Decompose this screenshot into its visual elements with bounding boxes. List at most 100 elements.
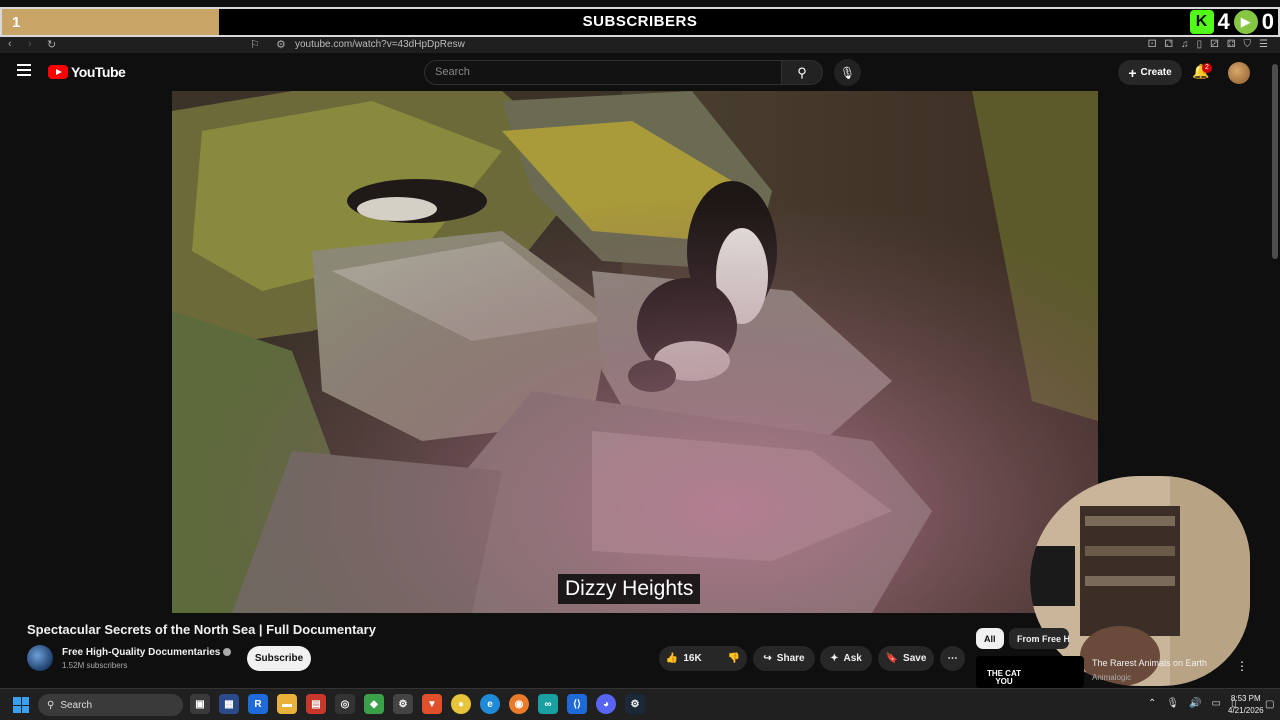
kick-icon: K [1189, 10, 1214, 34]
clock-time: 8:53 PM [1230, 694, 1261, 703]
rumble-icon: ▶ [1233, 10, 1258, 34]
app-icon[interactable]: ◎ [335, 694, 355, 714]
share-button[interactable]: ↪ Share [753, 646, 815, 671]
speaker-icon[interactable]: 🔊 [1189, 698, 1201, 709]
create-button[interactable]: + Create [1118, 60, 1182, 85]
notification-badge: 2 [1202, 63, 1212, 73]
plus-icon: + [1128, 64, 1137, 81]
taskbar: ⚲ Search ▣ ▦ R ▬ ▤ ◎ ◆ ⚙ ▼ ● e ◉ ∞ ⟨⟩ ◕ … [0, 688, 1280, 720]
site-info-icon[interactable]: ⚙ [276, 38, 286, 51]
channel-subscriber-count: 1.52M subscribers [62, 661, 128, 670]
thumbnail-text: THE CAT YOU [986, 669, 1022, 686]
thumbs-down-icon: 👎 [727, 653, 741, 664]
recommendation-title[interactable]: The Rarest Animals on Earth [1092, 658, 1207, 668]
thumbs-up-icon: 👍 [665, 653, 679, 664]
create-label: Create [1140, 67, 1172, 78]
save-button[interactable]: 🔖 Save [878, 646, 934, 671]
extension-icon[interactable]: ⚀ [1148, 39, 1157, 50]
chip-all[interactable]: All [976, 628, 1004, 649]
hamburger-menu-icon[interactable] [17, 64, 31, 76]
subscriber-goal-label: SUBSCRIBERS [582, 13, 698, 30]
share-label: Share [776, 653, 805, 664]
taskbar-apps: ▣ ▦ R ▬ ▤ ◎ ◆ ⚙ ▼ ● e ◉ ∞ ⟨⟩ ◕ ⚙ [190, 694, 645, 714]
app-icon[interactable]: ▦ [219, 694, 239, 714]
subscriber-goal-bar: 1 SUBSCRIBERS K 4 ▶ 0 [0, 7, 1280, 37]
vscode-icon[interactable]: ⟨⟩ [567, 694, 587, 714]
video-frame [172, 91, 1098, 613]
sidebar-toggle-icon[interactable]: ▯ [1197, 39, 1203, 50]
app-icon[interactable]: ∞ [538, 694, 558, 714]
edge-icon[interactable]: e [480, 694, 500, 714]
browser-toolbar: ‹ › ↻ ⚐ ⚙ youtube.com/watch?v=43dHpDpRes… [0, 37, 1280, 53]
system-tray: ⌃ 🎙 🔊 ▭ ▯ [1148, 698, 1237, 709]
chevron-up-icon[interactable]: ⌃ [1148, 698, 1156, 709]
youtube-logo[interactable]: YouTube [48, 64, 126, 80]
firefox-icon[interactable]: ◉ [509, 694, 529, 714]
save-label: Save [903, 653, 927, 664]
chrome-icon[interactable]: ● [451, 694, 471, 714]
extension-icon[interactable]: ♫ [1181, 39, 1189, 50]
extension-icon[interactable]: ⚃ [1227, 39, 1236, 50]
ask-button[interactable]: ✦ Ask [820, 646, 872, 671]
video-title: Spectacular Secrets of the North Sea | F… [27, 622, 376, 637]
menu-icon[interactable]: ☰ [1259, 39, 1268, 50]
forward-icon[interactable]: › [28, 38, 32, 50]
like-count: 16K [683, 653, 702, 664]
discord-icon[interactable]: ◕ [596, 694, 616, 714]
like-button[interactable]: 👍 16K [658, 653, 710, 664]
platform-counters: K 4 ▶ 0 [1189, 7, 1279, 37]
extension-icon[interactable]: ⚂ [1210, 39, 1219, 50]
app-icon[interactable]: ⚙ [393, 694, 413, 714]
channel-name[interactable]: Free High-Quality Documentaries [62, 647, 232, 658]
kick-count: 4 [1217, 9, 1230, 34]
channel-avatar[interactable] [27, 645, 53, 671]
video-player[interactable] [172, 91, 1098, 613]
more-vertical-icon[interactable]: ⋮ [1236, 659, 1248, 673]
steam-icon[interactable]: ⚙ [625, 694, 645, 714]
account-avatar[interactable] [1228, 62, 1250, 84]
shield-icon[interactable]: ⛉ [1244, 39, 1252, 50]
extension-icon[interactable]: ⚁ [1164, 39, 1173, 50]
video-subtitle: Dizzy Heights [558, 574, 701, 604]
page-scrollbar[interactable] [1270, 54, 1280, 686]
channel-name-text[interactable]: Free High-Quality Documentaries [62, 647, 220, 658]
search-button[interactable]: ⚲ [781, 60, 823, 85]
rumble-count: 0 [1261, 9, 1274, 34]
network-icon[interactable]: ▭ [1212, 698, 1221, 709]
like-dislike-group: 👍 16K 👎 [659, 646, 747, 671]
search-input[interactable]: Search [424, 60, 782, 85]
sparkle-icon: ✦ [830, 653, 839, 664]
taskbar-search-label: Search [60, 699, 93, 711]
address-bar[interactable]: youtube.com/watch?v=43dHpDpResw [295, 37, 465, 53]
notification-center-icon[interactable]: ▢ [1265, 699, 1274, 710]
scrollbar-thumb[interactable] [1272, 64, 1278, 259]
youtube-logo-icon [48, 65, 68, 79]
screen: 1 SUBSCRIBERS K 4 ▶ 0 ‹ › ↻ ⚐ ⚙ youtube.… [0, 0, 1280, 720]
youtube-header: YouTube Search ⚲ 🎙 + Create 🔔 [0, 54, 1280, 91]
voice-search-button[interactable]: 🎙 [834, 59, 861, 86]
clock-date: 4/21/2026 [1228, 706, 1264, 715]
bookmark-icon[interactable]: ⚐ [250, 38, 260, 51]
app-icon[interactable]: R [248, 694, 268, 714]
task-view-icon[interactable]: ▣ [190, 694, 210, 714]
file-explorer-icon[interactable]: ▬ [277, 694, 297, 714]
webcam-overlay [1030, 476, 1250, 686]
microphone-icon[interactable]: 🎙 [1166, 698, 1179, 709]
windows-start-icon[interactable] [13, 697, 29, 713]
dislike-button[interactable]: 👎 [720, 653, 748, 664]
recommendation-thumbnail[interactable]: THE CAT YOU [976, 656, 1084, 688]
brave-browser-icon[interactable]: ▼ [422, 694, 442, 714]
subscribe-button[interactable]: Subscribe [247, 646, 311, 671]
reload-icon[interactable]: ↻ [47, 38, 56, 51]
chip-from-channel[interactable]: From Free H [1009, 628, 1069, 649]
taskbar-search[interactable]: ⚲ Search [38, 694, 183, 716]
more-actions-button[interactable]: ⋯ [940, 646, 965, 671]
back-icon[interactable]: ‹ [8, 38, 12, 50]
chevron-right-icon[interactable]: › [1222, 636, 1226, 648]
app-icon[interactable]: ◆ [364, 694, 384, 714]
recommendation-channel[interactable]: Animalogic [1092, 673, 1131, 682]
search-icon: ⚲ [797, 64, 807, 80]
app-icon[interactable]: ▤ [306, 694, 326, 714]
microphone-icon: 🎙 [839, 65, 856, 80]
system-clock[interactable]: 8:53 PM 4/21/2026 [1228, 693, 1264, 717]
